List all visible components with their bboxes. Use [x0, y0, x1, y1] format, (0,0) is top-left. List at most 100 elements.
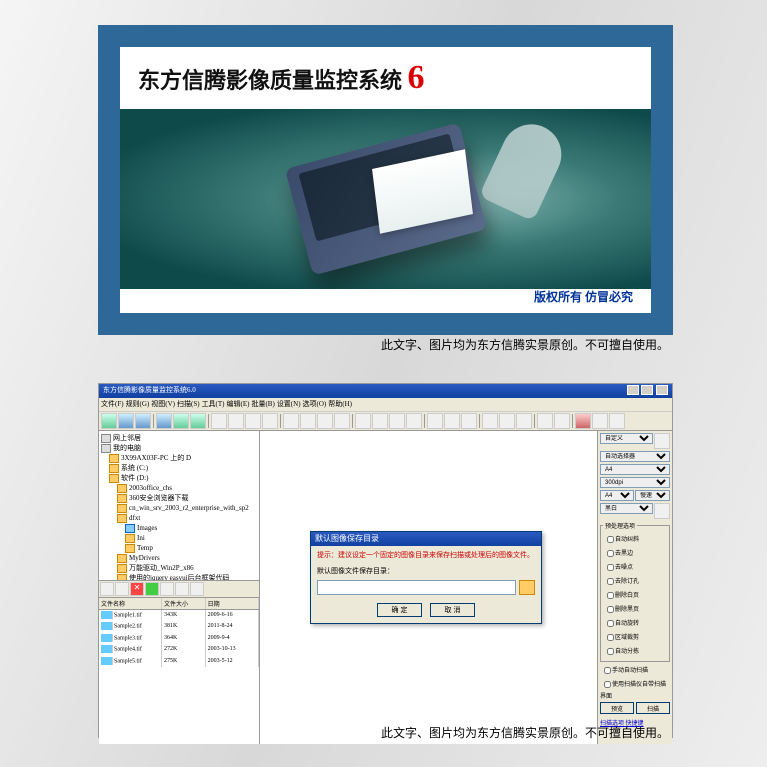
preprocess-check[interactable]: 删除黑页	[603, 603, 667, 616]
preprocess-check[interactable]: 去除订孔	[603, 575, 667, 588]
menu-item[interactable]: 工具(T)	[202, 400, 225, 408]
tree-node[interactable]: 我的电脑	[101, 443, 257, 453]
tool-save-icon[interactable]	[135, 413, 151, 429]
maximize-icon[interactable]	[641, 385, 653, 395]
tool-delete-icon[interactable]	[575, 413, 591, 429]
menu-item[interactable]: 设置(N)	[277, 400, 301, 408]
manual-auto-check[interactable]: 手动自动扫描	[600, 664, 670, 677]
tool-last-icon[interactable]	[406, 413, 422, 429]
tool-prev-icon[interactable]	[372, 413, 388, 429]
preprocess-check[interactable]: 区域裁剪	[603, 631, 667, 644]
tool-zoom-out-icon[interactable]	[300, 413, 316, 429]
tool-zoom-in-icon[interactable]	[283, 413, 299, 429]
tool-next-icon[interactable]	[389, 413, 405, 429]
tool-batch-icon[interactable]	[190, 413, 206, 429]
tool-rotate-l-icon[interactable]	[427, 413, 443, 429]
tool-first-icon[interactable]	[355, 413, 371, 429]
ft-down-icon[interactable]	[190, 582, 204, 596]
tree-node[interactable]: 网上邻居	[101, 433, 257, 443]
speed-select[interactable]: 慢速	[635, 490, 670, 501]
menu-item[interactable]: 视图(V)	[151, 400, 175, 408]
tool-actual-icon[interactable]	[334, 413, 350, 429]
ft-select-icon[interactable]	[145, 582, 159, 596]
scanner-opt-icon[interactable]	[654, 433, 670, 449]
tool-grid-icon[interactable]	[482, 413, 498, 429]
menu-item[interactable]: 批量(B)	[251, 400, 274, 408]
save-dir-input[interactable]	[317, 580, 516, 595]
tool-new-icon[interactable]	[101, 413, 117, 429]
ft-up-icon[interactable]	[175, 582, 189, 596]
color-select[interactable]: 黑白	[600, 503, 653, 514]
file-row[interactable]: Sample5.tif275K2003-5-12	[99, 656, 259, 667]
menu-item[interactable]: 规则(G)	[126, 400, 150, 408]
tool-view2-icon[interactable]	[228, 413, 244, 429]
tool-export-icon[interactable]	[609, 413, 625, 429]
tree-node[interactable]: 使用的jquery easyui后台框架代码	[101, 573, 257, 580]
tool-select-icon[interactable]	[554, 413, 570, 429]
tree-node[interactable]: 软件 (D:)	[101, 473, 257, 483]
tool-rotate-r-icon[interactable]	[444, 413, 460, 429]
preprocess-check[interactable]: 自动旋转	[603, 617, 667, 630]
tree-node[interactable]: Images	[101, 523, 257, 533]
tool-fit-icon[interactable]	[317, 413, 333, 429]
tree-node[interactable]: 万能驱动_Win2P_x86	[101, 563, 257, 573]
minimize-icon[interactable]	[627, 385, 639, 395]
tool-open-icon[interactable]	[118, 413, 134, 429]
preprocess-check[interactable]: 删除白页	[603, 589, 667, 602]
tool-crosshair-icon[interactable]	[499, 413, 515, 429]
preprocess-check[interactable]: 自动分拣	[603, 645, 667, 658]
tree-node[interactable]: 360安全浏览器下载	[101, 493, 257, 503]
ft-copy-icon[interactable]	[160, 582, 174, 596]
tree-node[interactable]: Ini	[101, 533, 257, 543]
dpi-select[interactable]: 300dpi	[600, 477, 670, 488]
paper-select[interactable]: A4	[600, 464, 670, 475]
tree-node[interactable]: Temp	[101, 543, 257, 553]
folder-tree[interactable]: 网上邻居我的电脑3X99AX03F-PC 上的 D系统 (C:)软件 (D:)2…	[99, 431, 259, 580]
dialog-title[interactable]: 默认图像保存目录	[311, 532, 541, 546]
ft-delete-icon[interactable]: ✕	[130, 582, 144, 596]
file-row[interactable]: Sample3.tif364K2009-9-4	[99, 633, 259, 644]
menu-item[interactable]: 文件(F)	[101, 400, 124, 408]
tool-view1-icon[interactable]	[211, 413, 227, 429]
column-header[interactable]: 文件名称	[99, 598, 162, 609]
tool-rescan-icon[interactable]	[173, 413, 189, 429]
tool-crop-icon[interactable]	[537, 413, 553, 429]
preprocess-check[interactable]: 去噪点	[603, 561, 667, 574]
column-header[interactable]: 文件大小	[162, 598, 206, 609]
tree-node[interactable]: MyDrivers	[101, 553, 257, 563]
file-row[interactable]: Sample1.tif343K2009-6-16	[99, 610, 259, 621]
tool-flip-icon[interactable]	[461, 413, 477, 429]
preprocess-check[interactable]: 去黑边	[603, 547, 667, 560]
scan-button[interactable]: 扫描	[636, 702, 670, 714]
menu-item[interactable]: 选项(O)	[303, 400, 327, 408]
tool-view4-icon[interactable]	[262, 413, 278, 429]
column-header[interactable]: 日期	[206, 598, 259, 609]
tree-node[interactable]: 系统 (C:)	[101, 463, 257, 473]
size2-select[interactable]: A4	[600, 490, 634, 501]
tree-node[interactable]: 2003office_chs	[101, 483, 257, 493]
tool-props-icon[interactable]	[592, 413, 608, 429]
tree-node[interactable]: cn_win_srv_2003_r2_enterprise_with_sp2	[101, 503, 257, 513]
native-ui-check[interactable]: 使用扫描仪自带扫描界面	[600, 678, 670, 700]
menu-item[interactable]: 帮助(H)	[328, 400, 352, 408]
ft-view-icon[interactable]	[100, 582, 114, 596]
file-row[interactable]: Sample2.tif381K2011-8-24	[99, 621, 259, 632]
titlebar[interactable]: 东方信腾影像质量监控系统6.0	[99, 384, 672, 398]
menu-item[interactable]: 扫描(S)	[177, 400, 200, 408]
ok-button[interactable]: 确 定	[377, 603, 422, 617]
menu-item[interactable]: 编辑(E)	[227, 400, 250, 408]
tool-scan-icon[interactable]	[156, 413, 172, 429]
source-select[interactable]: 自动选择器	[600, 451, 670, 462]
close-icon[interactable]	[656, 385, 668, 395]
tool-line-icon[interactable]	[516, 413, 532, 429]
tool-view3-icon[interactable]	[245, 413, 261, 429]
file-row[interactable]: Sample4.tif272K2003-10-13	[99, 644, 259, 655]
browse-button-icon[interactable]	[519, 580, 535, 595]
preview-button[interactable]: 预览	[600, 702, 634, 714]
tree-node[interactable]: dfxt	[101, 513, 257, 523]
scanner-select[interactable]: 自定义	[600, 433, 653, 444]
color-opt-icon[interactable]	[654, 503, 670, 519]
preprocess-check[interactable]: 自动纠斜	[603, 533, 667, 546]
cancel-button[interactable]: 取 消	[430, 603, 475, 617]
tree-node[interactable]: 3X99AX03F-PC 上的 D	[101, 453, 257, 463]
